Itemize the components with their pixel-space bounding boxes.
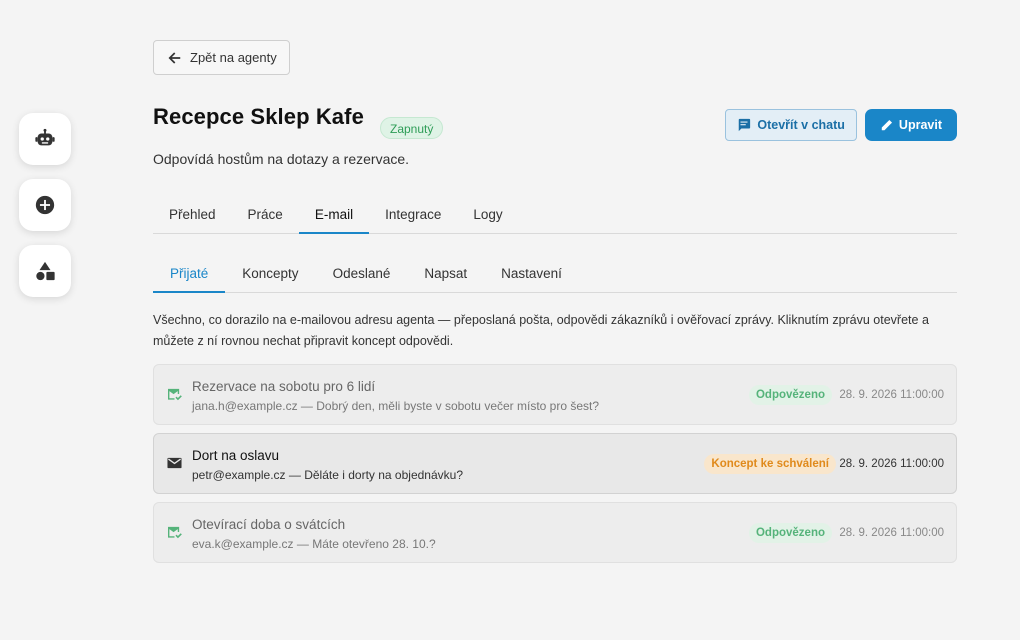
subtab-settings[interactable]: Nastavení bbox=[484, 256, 579, 292]
agent-detail: Zpět na agenty Recepce Sklep Kafe Zapnut… bbox=[153, 40, 957, 563]
side-rail bbox=[19, 113, 71, 297]
agent-description: Odpovídá hostům na dotazy a rezervace. bbox=[153, 151, 410, 167]
mail-icon bbox=[167, 457, 182, 469]
message-status-badge: Koncept ke schválení bbox=[704, 454, 836, 474]
message-status-badge: Odpovězeno bbox=[748, 385, 832, 405]
open-chat-label: Otevřít v chatu bbox=[757, 118, 845, 132]
message-status-badge: Odpovězeno bbox=[748, 523, 832, 543]
arrow-left-icon bbox=[168, 51, 181, 64]
chat-icon bbox=[739, 118, 751, 132]
message-date: 28. 9. 2026 11:00:00 bbox=[839, 527, 944, 539]
inbox-description: Všechno, co dorazilo na e-mailovou adres… bbox=[153, 313, 929, 348]
message-date: 28. 9. 2026 11:00:00 bbox=[839, 458, 944, 470]
robot-icon bbox=[35, 128, 55, 146]
shapes-rail-button[interactable] bbox=[19, 245, 71, 297]
message-subject: Dort na oslavu bbox=[192, 448, 280, 463]
back-label: Zpět na agenty bbox=[190, 50, 277, 65]
subtab-received[interactable]: Přijaté bbox=[153, 256, 226, 293]
subtab-compose[interactable]: Napsat bbox=[407, 256, 484, 292]
tab-overview[interactable]: Přehled bbox=[153, 197, 232, 233]
email-subtabs: Přijaté Koncepty Odeslané Napsat Nastave… bbox=[153, 256, 957, 293]
message-preview: eva.k@example.cz — Máte otevřeno 28. 10.… bbox=[192, 537, 436, 551]
message-row[interactable]: Otevírací doba o svátcích eva.k@example.… bbox=[153, 502, 957, 563]
subtab-drafts[interactable]: Koncepty bbox=[225, 256, 315, 292]
page-title: Recepce Sklep Kafe bbox=[153, 104, 364, 129]
main-tabs: Přehled Práce E-mail Integrace Logy bbox=[153, 197, 957, 234]
mail-replied-icon bbox=[168, 388, 182, 401]
tab-email[interactable]: E-mail bbox=[298, 197, 370, 234]
shapes-icon bbox=[36, 261, 55, 281]
back-to-agents-button[interactable]: Zpět na agenty bbox=[153, 40, 290, 75]
open-chat-button[interactable]: Otevřít v chatu bbox=[725, 109, 857, 141]
plus-circle-icon bbox=[35, 195, 55, 215]
subtab-sent[interactable]: Odeslané bbox=[316, 256, 408, 292]
message-preview: petr@example.cz — Děláte i dorty na obje… bbox=[192, 468, 463, 482]
pencil-icon bbox=[881, 119, 892, 130]
mail-replied-icon bbox=[168, 526, 182, 539]
message-subject: Otevírací doba o svátcích bbox=[192, 517, 346, 532]
message-list: Rezervace na sobotu pro 6 lidí jana.h@ex… bbox=[153, 364, 957, 563]
header-actions: Otevřít v chatu Upravit bbox=[725, 109, 957, 141]
tab-work[interactable]: Práce bbox=[232, 197, 299, 233]
edit-button[interactable]: Upravit bbox=[864, 109, 957, 141]
tab-logs[interactable]: Logy bbox=[457, 197, 518, 233]
message-row[interactable]: Rezervace na sobotu pro 6 lidí jana.h@ex… bbox=[153, 364, 957, 425]
status-badge: Zapnutý bbox=[380, 117, 444, 139]
agents-rail-button[interactable] bbox=[19, 113, 71, 165]
edit-label: Upravit bbox=[898, 118, 942, 132]
message-date: 28. 9. 2026 11:00:00 bbox=[839, 389, 944, 401]
create-rail-button[interactable] bbox=[19, 179, 71, 231]
message-subject: Rezervace na sobotu pro 6 lidí bbox=[192, 379, 376, 394]
tab-integrations[interactable]: Integrace bbox=[369, 197, 457, 233]
message-preview: jana.h@example.cz — Dobrý den, měli byst… bbox=[192, 399, 600, 413]
title-row: Recepce Sklep Kafe Zapnutý Otevřít v cha… bbox=[153, 98, 957, 144]
message-row[interactable]: Dort na oslavu petr@example.cz — Děláte … bbox=[153, 433, 957, 494]
